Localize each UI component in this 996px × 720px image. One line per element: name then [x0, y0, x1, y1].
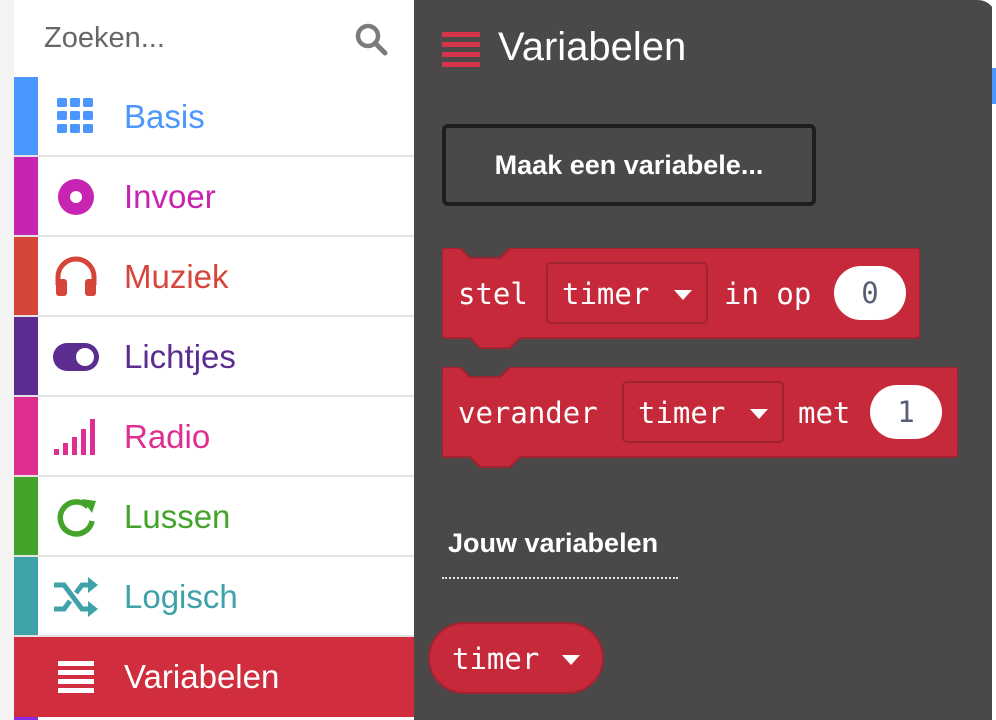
sidebar-item-variabelen[interactable]: Variabelen — [14, 637, 414, 717]
sidebar-item-label: Variabelen — [124, 658, 280, 695]
chevron-down-icon — [562, 655, 580, 665]
toggle-icon — [53, 343, 99, 371]
category-color-bar — [14, 557, 38, 635]
sidebar-item-label: Radio — [124, 418, 211, 455]
section-divider — [442, 577, 678, 579]
value-input[interactable]: 1 — [870, 385, 942, 439]
category-color-bar — [14, 317, 38, 395]
chevron-down-icon — [750, 409, 768, 419]
change-block-label: verander — [458, 396, 598, 430]
variables-flyout: Variabelen Maak een variabele... stel ti… — [414, 0, 996, 720]
category-color-bar — [14, 637, 38, 717]
set-variable-block[interactable]: stel timer in op 0 — [442, 248, 920, 354]
circle-dot-icon — [58, 179, 94, 215]
toolbox-sidebar: Basis Invoer Muziek Lichtjes — [14, 0, 414, 720]
grid-icon — [57, 98, 93, 133]
flyout-title: Variabelen — [498, 25, 687, 69]
sidebar-item-label: Lichtjes — [124, 338, 236, 375]
sidebar-item-basis[interactable]: Basis — [14, 77, 414, 157]
headphones-icon — [55, 256, 97, 296]
chevron-down-icon — [674, 290, 692, 300]
variable-reporter-block[interactable]: timer — [428, 622, 604, 694]
sidebar-item-label: Logisch — [124, 578, 238, 615]
change-variable-block[interactable]: verander timer met 1 — [442, 367, 958, 473]
search-input[interactable] — [44, 14, 344, 62]
workspace-accent — [992, 68, 996, 104]
sidebar-item-radio[interactable]: Radio — [14, 397, 414, 477]
category-color-bar — [14, 237, 38, 315]
workspace-edge — [992, 0, 996, 720]
variable-dropdown[interactable]: timer — [546, 262, 708, 324]
category-color-bar — [14, 477, 38, 555]
variable-name: timer — [452, 642, 540, 676]
sidebar-item-lussen[interactable]: Lussen — [14, 477, 414, 557]
sidebar-item-label: Invoer — [124, 178, 216, 215]
sidebar-item-label: Basis — [124, 98, 205, 135]
sidebar-item-label: Muziek — [124, 258, 229, 295]
shuffle-icon — [54, 577, 98, 617]
sidebar-item-logisch[interactable]: Logisch — [14, 557, 414, 637]
signal-bars-icon — [54, 419, 95, 455]
category-color-bar — [14, 157, 38, 235]
left-margin — [0, 0, 14, 720]
list-icon — [442, 32, 480, 67]
set-block-label-2: in op — [724, 277, 812, 311]
value-input[interactable]: 0 — [834, 266, 906, 320]
category-color-bar — [14, 77, 38, 155]
sidebar-item-label: Lussen — [124, 498, 231, 535]
category-color-bar — [14, 397, 38, 475]
refresh-icon — [57, 499, 96, 537]
sidebar-item-lichtjes[interactable]: Lichtjes — [14, 317, 414, 397]
search-box — [14, 0, 414, 77]
dropdown-value: timer — [638, 396, 726, 430]
section-label: Jouw variabelen — [448, 528, 659, 558]
search-icon[interactable] — [354, 22, 388, 56]
change-block-label-2: met — [798, 396, 851, 430]
set-block-label: stel — [458, 277, 528, 311]
list-icon — [58, 661, 94, 693]
variable-dropdown[interactable]: timer — [622, 381, 784, 443]
make-variable-button[interactable]: Maak een variabele... — [442, 124, 816, 206]
sidebar-item-muziek[interactable]: Muziek — [14, 237, 414, 317]
dropdown-value: timer — [562, 277, 650, 311]
sidebar-item-invoer[interactable]: Invoer — [14, 157, 414, 237]
